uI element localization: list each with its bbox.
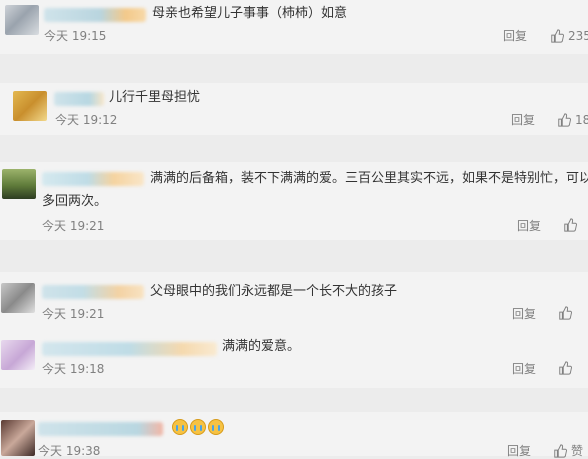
comment-card: 儿行千里母担忧 今天 19:12 回复 18 <box>0 83 588 135</box>
username-blurred[interactable] <box>42 285 144 299</box>
avatar[interactable] <box>1 340 35 370</box>
reply-button[interactable]: 回复 <box>507 443 531 459</box>
comment-text-line1: 满满的后备箱，装不下满满的爱。三百公里其实不远，如果不是特别忙，可以 <box>150 171 588 186</box>
comment-card: 今天 19:38 回复 赞 <box>0 412 588 459</box>
like-button[interactable]: 235 <box>550 28 588 44</box>
username-blurred[interactable] <box>44 8 146 22</box>
comment-card: 满满的后备箱，装不下满满的爱。三百公里其实不远，如果不是特别忙，可以 多回两次。… <box>0 162 588 240</box>
comment-time: 今天 19:21 <box>42 307 105 321</box>
crying-emoji-icon <box>172 418 188 435</box>
comment-emojis <box>172 418 226 436</box>
like-count: 235 <box>568 29 588 43</box>
reply-button[interactable]: 回复 <box>517 218 541 234</box>
username-blurred[interactable] <box>42 172 144 186</box>
comment-card: 满满的爱意。 今天 19:18 回复 <box>0 326 588 388</box>
like-count: 赞 <box>571 444 584 458</box>
thumbs-up-icon <box>551 29 564 43</box>
comment-time: 今天 19:21 <box>42 219 105 233</box>
thumbs-up-icon <box>559 306 572 320</box>
username-blurred[interactable] <box>42 342 217 356</box>
thumbs-up-icon <box>558 113 571 127</box>
comment-text: 父母眼中的我们永远都是一个长不大的孩子 <box>150 284 398 299</box>
comment-card: 母亲也希望儿子事事（柿柿）如意 今天 19:15 回复 235 <box>0 0 588 54</box>
comment-time: 今天 19:18 <box>42 362 105 376</box>
comment-text: 儿行千里母担忧 <box>109 90 201 105</box>
avatar[interactable] <box>1 420 35 456</box>
username-blurred[interactable] <box>54 92 104 106</box>
like-button[interactable] <box>563 218 581 232</box>
comment-time: 今天 19:15 <box>44 29 107 43</box>
like-button[interactable]: 赞 <box>553 443 583 459</box>
like-button[interactable]: 18 <box>557 112 588 128</box>
comment-text: 母亲也希望儿子事事（柿柿）如意 <box>152 6 348 21</box>
thumbs-up-icon <box>564 218 577 232</box>
comment-text: 满满的爱意。 <box>222 339 301 354</box>
reply-button[interactable]: 回复 <box>512 306 536 322</box>
avatar[interactable] <box>13 91 47 121</box>
like-button[interactable] <box>558 361 576 375</box>
avatar[interactable] <box>5 5 39 35</box>
reply-button[interactable]: 回复 <box>511 112 535 128</box>
crying-emoji-icon <box>190 418 206 435</box>
username-blurred[interactable] <box>38 422 163 436</box>
like-button[interactable] <box>558 306 576 320</box>
comment-time: 今天 19:38 <box>38 444 101 458</box>
comment-text-line2: 多回两次。 <box>42 194 108 209</box>
avatar[interactable] <box>1 283 35 313</box>
reply-button[interactable]: 回复 <box>512 361 536 377</box>
crying-emoji-icon <box>208 418 224 435</box>
like-count: 18 <box>575 113 588 127</box>
thumbs-up-icon <box>559 361 572 375</box>
comment-time: 今天 19:12 <box>55 113 118 127</box>
comment-card: 父母眼中的我们永远都是一个长不大的孩子 今天 19:21 回复 <box>0 272 588 326</box>
avatar[interactable] <box>2 169 36 199</box>
reply-button[interactable]: 回复 <box>503 28 527 44</box>
